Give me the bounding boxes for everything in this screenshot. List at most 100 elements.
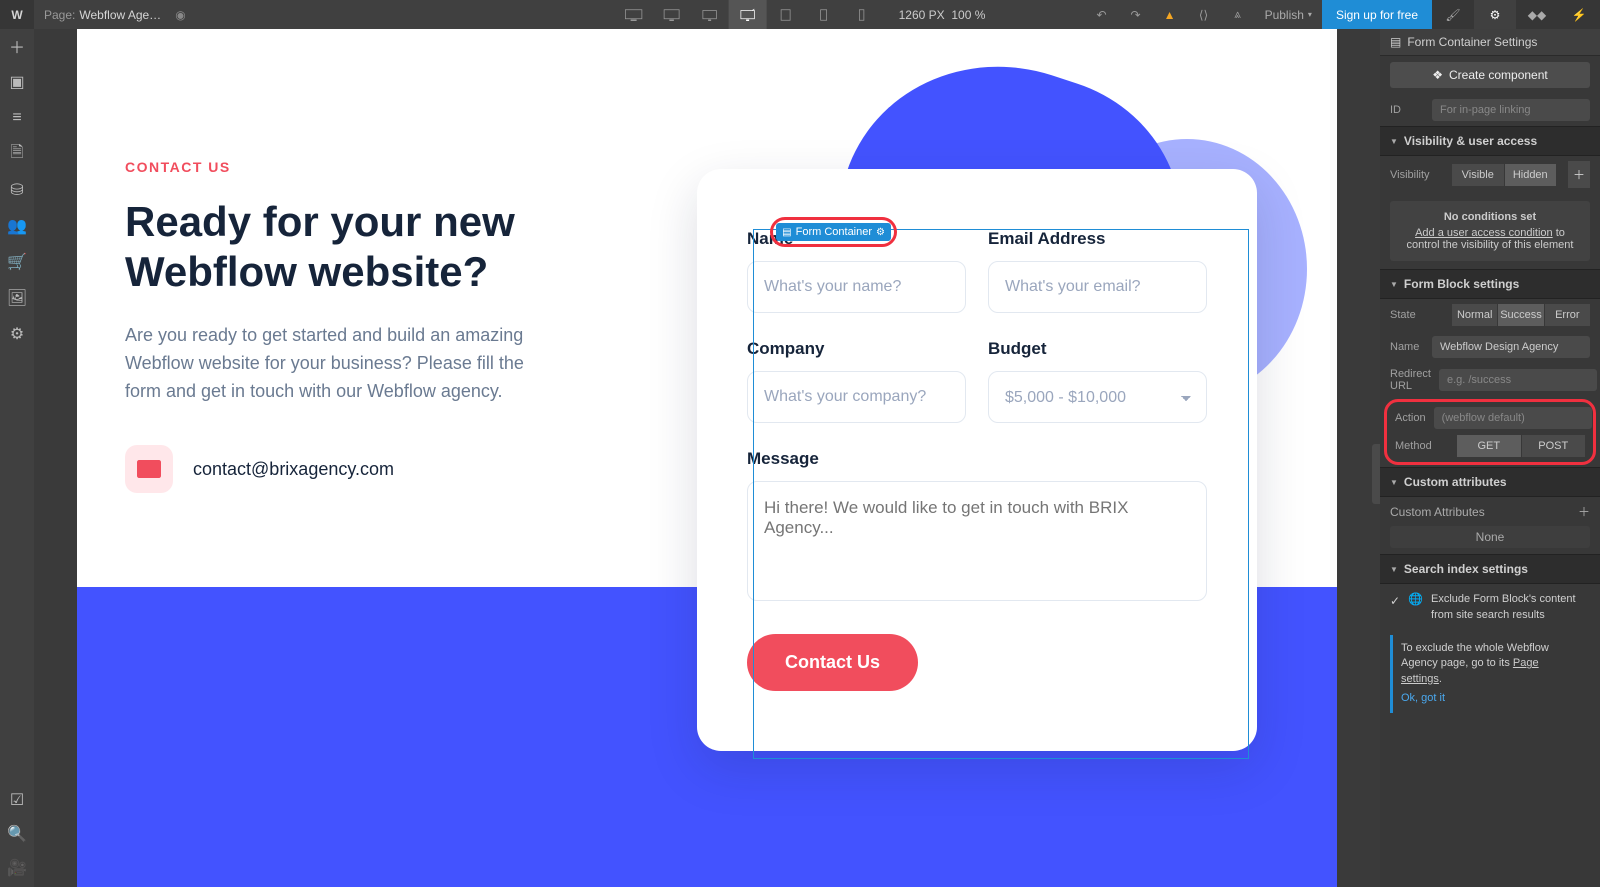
email-field: Email Address	[988, 229, 1207, 313]
create-component-button[interactable]: ❖Create component	[1390, 62, 1590, 88]
section-custom-attributes[interactable]: Custom attributes	[1380, 467, 1600, 497]
page-title[interactable]: Ready for your new Webflow website?	[125, 197, 565, 298]
cms-icon[interactable]: ⛁	[8, 181, 26, 199]
breakpoint-xl[interactable]	[653, 0, 691, 29]
redo-icon[interactable]: ↷	[1119, 0, 1153, 29]
help-icon[interactable]: 🎥	[8, 859, 26, 877]
page-name-dropdown[interactable]: Webflow Age…	[79, 8, 161, 22]
signup-button[interactable]: Sign up for free	[1322, 0, 1432, 29]
method-segmented: GET POST	[1457, 435, 1585, 457]
action-input[interactable]	[1434, 407, 1592, 429]
message-textarea[interactable]	[747, 481, 1207, 601]
add-condition-link[interactable]: Add a user access condition	[1415, 227, 1553, 239]
audit-icon[interactable]: ☑	[8, 791, 26, 809]
panel-resize-handle[interactable]	[1372, 444, 1380, 504]
conditions-box: No conditions set Add a user access cond…	[1390, 201, 1590, 261]
settings-panel-tab-icon[interactable]: ⚙	[1474, 0, 1516, 29]
page-icon[interactable]: 🗎	[8, 145, 26, 163]
state-label: State	[1390, 309, 1444, 321]
visibility-segmented: Visible Hidden	[1452, 164, 1556, 186]
form-card[interactable]: Name Email Address Company Budget $5,000…	[697, 169, 1257, 751]
id-label: ID	[1390, 104, 1424, 116]
budget-select[interactable]: $5,000 - $10,000	[988, 371, 1207, 423]
page-body[interactable]: CONTACT US Ready for your new Webflow we…	[77, 29, 1337, 887]
page-description[interactable]: Are you ready to get started and build a…	[125, 322, 555, 406]
message-field: Message	[747, 449, 1207, 606]
audit-warning-icon[interactable]: ▲	[1153, 0, 1187, 29]
settings-icon[interactable]: ⚙	[8, 325, 26, 343]
breakpoint-xxl[interactable]	[615, 0, 653, 29]
custom-attributes-none: None	[1390, 526, 1590, 548]
ecommerce-icon[interactable]: 🛒	[8, 253, 26, 271]
visibility-label: Visibility	[1390, 169, 1444, 181]
visibility-add-button[interactable]: ＋	[1568, 161, 1590, 188]
left-sidebar: ＋ ▣ ≡ 🗎 ⛁ 👥 🛒 🖼 ⚙ ☑ 🔍 🎥	[0, 29, 34, 887]
exclude-checkbox[interactable]: ✓	[1390, 594, 1400, 608]
state-normal[interactable]: Normal	[1452, 304, 1498, 326]
visibility-hidden[interactable]: Hidden	[1505, 164, 1557, 186]
settings-panel: ▤ Form Container Settings ❖Create compon…	[1380, 29, 1600, 887]
topbar: W Page: Webflow Age… ◉ 1260 PX 100 % ↶ ↷…	[0, 0, 1600, 29]
contact-email[interactable]: contact@brixagency.com	[193, 459, 394, 480]
panel-header-text: Form Container Settings	[1407, 35, 1537, 49]
webflow-logo[interactable]: W	[0, 0, 34, 29]
page-label: Page:	[44, 8, 75, 22]
section-visibility[interactable]: Visibility & user access	[1380, 126, 1600, 156]
preview-icon[interactable]: ◉	[175, 8, 185, 22]
breakpoint-mobile-p[interactable]	[843, 0, 881, 29]
method-get[interactable]: GET	[1457, 435, 1522, 457]
selected-element-tag[interactable]: ▤Form Container⚙	[770, 217, 897, 247]
breakpoint-lg[interactable]	[691, 0, 729, 29]
highlighted-settings: Action Method GET POST	[1384, 399, 1596, 465]
share-icon[interactable]: ⩓	[1221, 0, 1255, 29]
breakpoint-tablet[interactable]	[767, 0, 805, 29]
users-icon[interactable]: 👥	[8, 217, 26, 235]
breakpoint-base[interactable]	[729, 0, 767, 29]
state-segmented: Normal Success Error	[1452, 304, 1590, 326]
state-error[interactable]: Error	[1545, 304, 1590, 326]
section-search-index[interactable]: Search index settings	[1380, 554, 1600, 584]
state-success[interactable]: Success	[1498, 304, 1544, 326]
submit-button[interactable]: Contact Us	[747, 634, 918, 691]
form-name-label: Name	[1390, 341, 1424, 353]
budget-field-label[interactable]: Budget	[988, 339, 1207, 359]
add-element-icon[interactable]: ＋	[8, 37, 26, 55]
id-input[interactable]	[1432, 99, 1590, 121]
pages-icon[interactable]: ≡	[8, 109, 26, 127]
redirect-input[interactable]	[1439, 369, 1597, 391]
add-attribute-button[interactable]: ＋	[1578, 503, 1590, 520]
style-panel-tab-icon[interactable]: 🖌	[1432, 0, 1474, 29]
interactions-tab-icon[interactable]: ⚡	[1558, 0, 1600, 29]
email-input[interactable]	[988, 261, 1207, 313]
form-block-icon: ▤	[1390, 35, 1401, 49]
panel-header: ▤ Form Container Settings	[1380, 29, 1600, 56]
style-manager-tab-icon[interactable]: ◆◆	[1516, 0, 1558, 29]
visibility-visible[interactable]: Visible	[1452, 164, 1505, 186]
code-export-icon[interactable]: ⟨⟩	[1187, 0, 1221, 29]
exclude-text: Exclude Form Block's content from site s…	[1431, 592, 1590, 623]
company-field-label[interactable]: Company	[747, 339, 966, 359]
email-field-label[interactable]: Email Address	[988, 229, 1207, 249]
section-form-block[interactable]: Form Block settings	[1380, 269, 1600, 299]
navigator-icon[interactable]: ▣	[8, 73, 26, 91]
breakpoint-switcher: 1260 PX 100 %	[615, 0, 986, 29]
name-input[interactable]	[747, 261, 966, 313]
search-icon[interactable]: 🔍	[8, 825, 26, 843]
method-post[interactable]: POST	[1522, 435, 1586, 457]
message-field-label[interactable]: Message	[747, 449, 1207, 469]
redirect-label: Redirect URL	[1390, 368, 1431, 392]
company-field: Company	[747, 339, 966, 423]
undo-icon[interactable]: ↶	[1085, 0, 1119, 29]
company-input[interactable]	[747, 371, 966, 423]
method-label: Method	[1395, 440, 1449, 452]
action-label: Action	[1395, 412, 1426, 424]
publish-dropdown[interactable]: Publish ▾	[1255, 8, 1322, 22]
canvas: DesktopAffects all resolutions CONTACT U…	[34, 29, 1380, 887]
form-name-input[interactable]	[1432, 336, 1590, 358]
breakpoint-mobile-l[interactable]	[805, 0, 843, 29]
hint-dismiss[interactable]: Ok, got it	[1401, 691, 1582, 706]
assets-icon[interactable]: 🖼	[8, 289, 26, 307]
envelope-icon	[125, 445, 173, 493]
budget-field: Budget $5,000 - $10,000	[988, 339, 1207, 423]
canvas-width[interactable]: 1260 PX 100 %	[899, 8, 986, 22]
